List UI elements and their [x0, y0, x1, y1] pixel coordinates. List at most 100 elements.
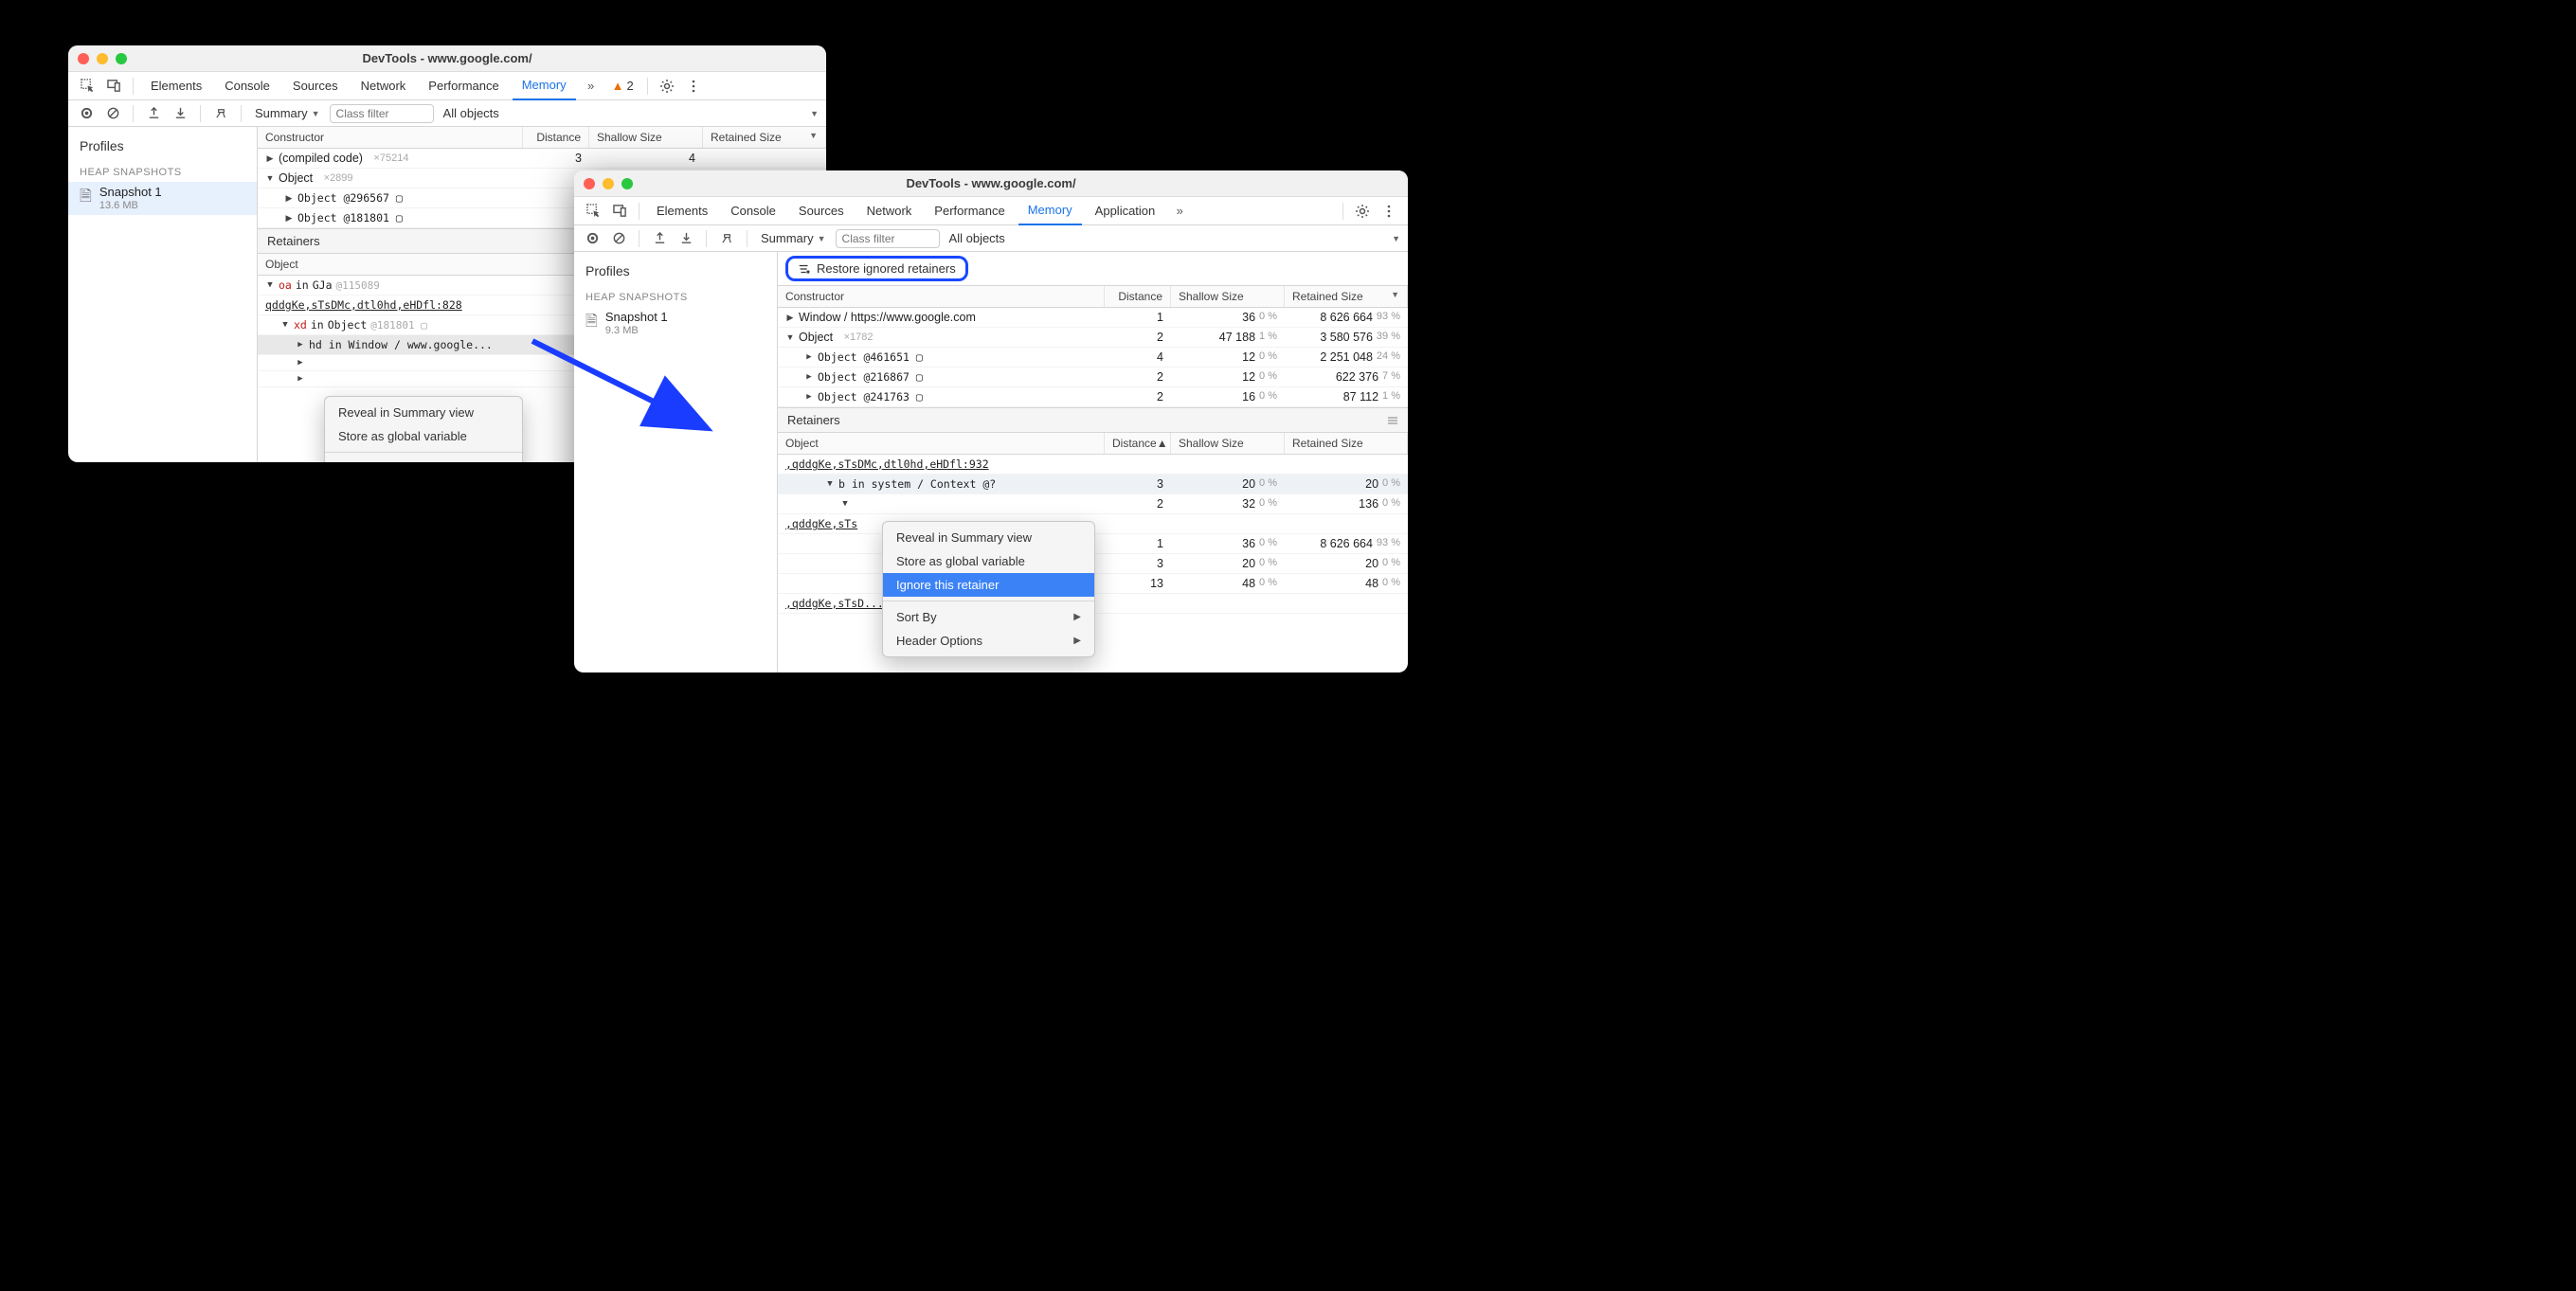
disclosure-icon[interactable]: ▶	[284, 193, 294, 204]
table-row[interactable]: ▼b in system / Context @? 3 200 % 200 %	[778, 475, 1408, 494]
view-select[interactable]: Summary ▼	[757, 231, 830, 245]
disclosure-icon[interactable]: ▶	[804, 352, 814, 362]
tab-performance[interactable]: Performance	[419, 72, 508, 100]
tab-elements[interactable]: Elements	[141, 72, 211, 100]
gc-icon[interactable]	[210, 103, 231, 124]
tab-performance[interactable]: Performance	[925, 197, 1014, 225]
tab-network[interactable]: Network	[857, 197, 922, 225]
tab-memory[interactable]: Memory	[1018, 197, 1082, 225]
class-filter-input[interactable]	[330, 104, 434, 123]
scope-select[interactable]: All objects	[440, 106, 503, 120]
disclosure-icon[interactable]: ▼	[840, 499, 850, 509]
restore-ignored-retainers-button[interactable]: Restore ignored retainers	[785, 256, 968, 281]
table-row[interactable]: ▶(compiled code) ×75214 3 4	[258, 149, 826, 169]
disclosure-icon[interactable]: ▶	[785, 313, 795, 323]
download-icon[interactable]	[676, 228, 696, 249]
device-icon[interactable]	[608, 200, 631, 223]
class-filter-input[interactable]	[836, 229, 940, 248]
col-retained[interactable]: Retained Size▼	[703, 127, 826, 148]
view-select[interactable]: Summary ▼	[251, 106, 324, 120]
context-menu[interactable]: Reveal in Summary view Store as global v…	[882, 521, 1095, 657]
disclosure-icon[interactable]: ▼	[265, 280, 275, 290]
warning-badge[interactable]: ▲ 2	[606, 79, 639, 93]
chevron-down-icon[interactable]: ▼	[1392, 234, 1400, 243]
upload-icon[interactable]	[143, 103, 164, 124]
snapshot-item[interactable]: 🗎 Snapshot 1 13.6 MB	[68, 182, 257, 215]
col-shallow[interactable]: Shallow Size	[1171, 286, 1285, 307]
menu-lines-icon[interactable]	[1387, 415, 1398, 426]
col-distance[interactable]: Distance▲	[1105, 433, 1171, 454]
menu-ignore-retainer[interactable]: Ignore this retainer	[883, 573, 1094, 597]
record-icon[interactable]	[76, 103, 97, 124]
settings-icon[interactable]	[656, 75, 678, 98]
tab-memory[interactable]: Memory	[513, 72, 576, 100]
col-shallow[interactable]: Shallow Size	[1171, 433, 1285, 454]
disclosure-icon[interactable]: ▼	[265, 173, 275, 183]
table-row[interactable]: ▶Object @461651 ▢ 4 120 % 2 251 04824 %	[778, 348, 1408, 368]
col-retained[interactable]: Retained Size▼	[1285, 286, 1408, 307]
traffic-lights[interactable]	[584, 178, 633, 189]
menu-sort-by[interactable]: Sort By▶	[883, 605, 1094, 629]
col-constructor[interactable]: Constructor	[778, 286, 1105, 307]
col-distance[interactable]: Distance	[1105, 286, 1171, 307]
minimize-icon[interactable]	[97, 53, 108, 64]
tab-network[interactable]: Network	[351, 72, 416, 100]
tab-sources[interactable]: Sources	[283, 72, 348, 100]
col-constructor[interactable]: Constructor	[258, 127, 523, 148]
device-icon[interactable]	[102, 75, 125, 98]
clear-icon[interactable]	[608, 228, 629, 249]
table-row[interactable]: ▼Object ×1782 2 47 1881 % 3 580 57639 %	[778, 328, 1408, 348]
kebab-menu-icon[interactable]	[1378, 200, 1400, 223]
more-tabs-icon[interactable]: »	[580, 75, 603, 98]
titlebar[interactable]: DevTools - www.google.com/	[574, 170, 1408, 197]
tab-application[interactable]: Application	[1086, 197, 1165, 225]
record-icon[interactable]	[582, 228, 603, 249]
close-icon[interactable]	[584, 178, 595, 189]
disclosure-icon[interactable]: ▶	[296, 340, 305, 350]
inspect-icon[interactable]	[76, 75, 99, 98]
minimize-icon[interactable]	[603, 178, 614, 189]
col-retained[interactable]: Retained Size	[1285, 433, 1408, 454]
menu-sort-by[interactable]: Sort By▶	[325, 457, 522, 462]
menu-reveal-summary[interactable]: Reveal in Summary view	[325, 401, 522, 424]
table-row[interactable]: ▼ 2 320 % 1360 %	[778, 494, 1408, 514]
retainers-grid-header[interactable]: Object Distance▲ Shallow Size Retained S…	[778, 433, 1408, 455]
disclosure-icon[interactable]: ▼	[825, 479, 835, 489]
tab-console[interactable]: Console	[215, 72, 279, 100]
table-row[interactable]: ▶Object @241763 ▢ 2 160 % 87 1121 %	[778, 387, 1408, 407]
chevron-down-icon[interactable]: ▼	[810, 109, 819, 118]
disclosure-icon[interactable]: ▶	[284, 213, 294, 224]
disclosure-icon[interactable]: ▶	[804, 372, 814, 382]
settings-icon[interactable]	[1351, 200, 1374, 223]
col-object[interactable]: Object	[778, 433, 1105, 454]
menu-store-global[interactable]: Store as global variable	[883, 549, 1094, 573]
zoom-icon[interactable]	[116, 53, 127, 64]
disclosure-icon[interactable]: ▼	[785, 332, 795, 342]
clear-icon[interactable]	[102, 103, 123, 124]
kebab-menu-icon[interactable]	[682, 75, 705, 98]
gc-icon[interactable]	[716, 228, 737, 249]
constructor-grid-header[interactable]: Constructor Distance Shallow Size Retain…	[258, 127, 826, 149]
zoom-icon[interactable]	[621, 178, 633, 189]
disclosure-icon[interactable]: ▶	[804, 392, 814, 402]
upload-icon[interactable]	[649, 228, 670, 249]
tab-elements[interactable]: Elements	[647, 197, 717, 225]
table-row[interactable]: ,qddgKe,sTsDMc,dtl0hd,eHDfl:932	[778, 455, 1408, 475]
download-icon[interactable]	[170, 103, 190, 124]
disclosure-icon[interactable]: ▶	[265, 153, 275, 164]
disclosure-icon[interactable]: ▼	[280, 320, 290, 330]
traffic-lights[interactable]	[78, 53, 127, 64]
menu-reveal-summary[interactable]: Reveal in Summary view	[883, 526, 1094, 549]
inspect-icon[interactable]	[582, 200, 604, 223]
table-row[interactable]: ▶Object @216867 ▢ 2 120 % 622 3767 %	[778, 368, 1408, 387]
tab-console[interactable]: Console	[721, 197, 785, 225]
scope-select[interactable]: All objects	[946, 231, 1009, 245]
col-shallow[interactable]: Shallow Size	[589, 127, 703, 148]
menu-header-options[interactable]: Header Options▶	[883, 629, 1094, 653]
titlebar[interactable]: DevTools - www.google.com/	[68, 45, 826, 72]
source-link[interactable]: ,qddgKe,sTsDMc,dtl0hd,eHDfl:932	[778, 455, 1105, 474]
table-row[interactable]: ▶Window / https://www.google.com 1 360 %…	[778, 308, 1408, 328]
close-icon[interactable]	[78, 53, 89, 64]
constructor-grid-header[interactable]: Constructor Distance Shallow Size Retain…	[778, 286, 1408, 308]
menu-store-global[interactable]: Store as global variable	[325, 424, 522, 448]
